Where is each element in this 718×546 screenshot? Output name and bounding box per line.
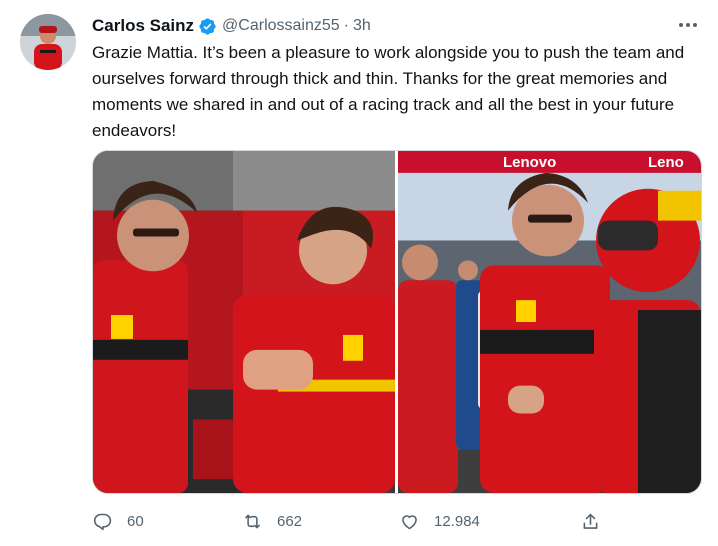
author-avatar[interactable] [20, 14, 76, 70]
tweet-media: Lenovo Leno [92, 150, 702, 494]
reply-icon [93, 513, 112, 530]
header-separator: · [343, 17, 349, 34]
tweet-actions: 60 662 12.984 [92, 506, 702, 536]
more-options-button[interactable] [674, 14, 702, 36]
like-button[interactable]: 12.984 [399, 506, 480, 536]
banner-lenovo-text-2: Leno [648, 154, 684, 171]
retweet-icon [245, 514, 260, 528]
reply-button[interactable]: 60 [92, 506, 144, 536]
tweet-header: Carlos Sainz @Carlossainz55 · 3h [92, 14, 371, 38]
avatar-image [20, 14, 76, 70]
heart-icon [402, 514, 417, 529]
author-display-name[interactable]: Carlos Sainz [92, 16, 194, 36]
more-dot-icon [693, 23, 697, 27]
share-button[interactable] [580, 506, 601, 536]
more-dot-icon [679, 23, 683, 27]
tweet-timestamp[interactable]: 3h [353, 17, 371, 35]
photo-garage[interactable] [93, 151, 395, 493]
tweet-text: Grazie Mattia. It’s been a pleasure to w… [92, 43, 685, 140]
banner-lenovo-text: Lenovo [503, 154, 556, 171]
photo-paddock[interactable]: Lenovo Leno [398, 151, 701, 493]
like-count: 12.984 [434, 512, 480, 530]
reply-count: 60 [127, 512, 144, 530]
tweet-card[interactable]: Carlos Sainz @Carlossainz55 · 3h Grazie … [0, 0, 718, 546]
photo-garage-image [93, 151, 395, 493]
share-icon [583, 513, 598, 529]
retweet-count: 662 [277, 512, 303, 530]
retweet-button[interactable]: 662 [242, 506, 302, 536]
photo-paddock-image: Lenovo Leno [398, 151, 701, 493]
verified-badge-icon [198, 17, 217, 36]
more-dot-icon [686, 23, 690, 27]
author-handle[interactable]: @Carlossainz55 [222, 17, 340, 35]
